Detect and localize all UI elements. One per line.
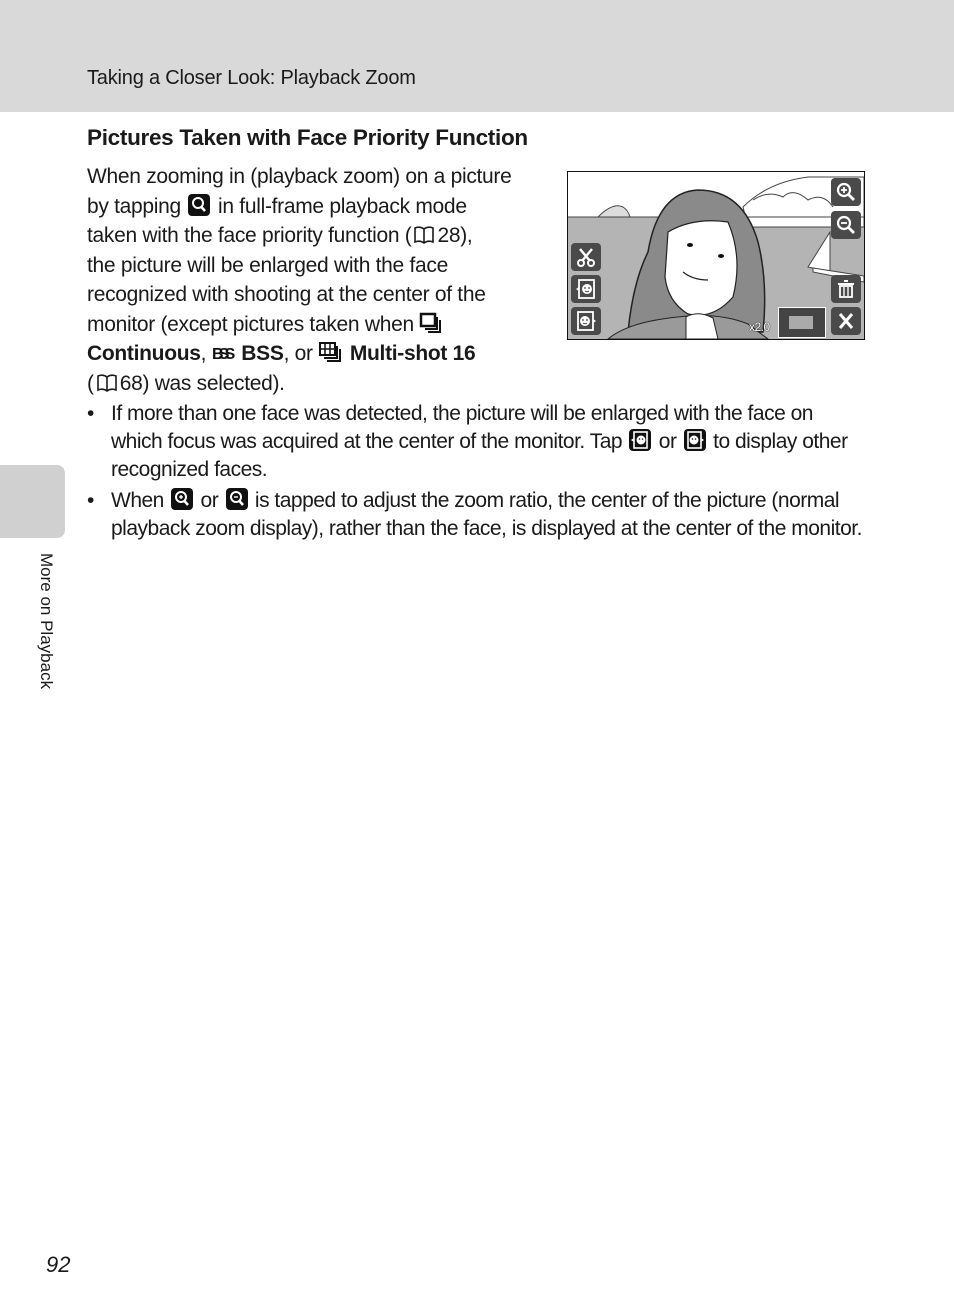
scissors-icon bbox=[577, 248, 595, 267]
next-face-icon bbox=[683, 429, 706, 451]
intro-line: monitor (except pictures taken when bbox=[87, 310, 557, 340]
intro-paragraph: When zooming in (playback zoom) on a pic… bbox=[87, 162, 557, 398]
bullet-dot: • bbox=[87, 402, 94, 425]
previous-face-icon bbox=[576, 279, 595, 299]
zoom-in-button[interactable] bbox=[831, 178, 861, 206]
multi-shot-16-icon bbox=[319, 342, 342, 362]
text: 68) was selected). bbox=[119, 371, 285, 395]
running-header: Taking a Closer Look: Playback Zoom bbox=[87, 67, 416, 89]
close-icon bbox=[838, 313, 854, 329]
text: in full-frame playback mode bbox=[218, 194, 467, 218]
text: or bbox=[658, 430, 677, 453]
intro-line: (68) was selected). bbox=[87, 369, 557, 399]
text: taken with the face priority function ( bbox=[87, 224, 412, 247]
bullet-dot: • bbox=[87, 489, 94, 512]
previous-face-button[interactable] bbox=[571, 275, 601, 303]
zoom-out-icon bbox=[836, 215, 855, 234]
text: When bbox=[111, 489, 164, 512]
zoom-out-button[interactable] bbox=[831, 211, 861, 239]
intro-line: by tapping in full-frame playback mode bbox=[87, 192, 557, 222]
intro-line: When zooming in (playback zoom) on a pic… bbox=[87, 165, 512, 188]
page-number: 92 bbox=[46, 1252, 71, 1277]
crop-button[interactable] bbox=[571, 243, 601, 271]
zoom-out-icon bbox=[225, 488, 248, 510]
bullet-item: • When or is tapped to adjust the zoom r… bbox=[87, 487, 867, 543]
next-face-icon bbox=[577, 311, 596, 331]
chapter-tab bbox=[0, 465, 65, 538]
previous-face-icon bbox=[629, 429, 652, 451]
book-reference-icon bbox=[96, 373, 117, 392]
playback-zoom-icon bbox=[188, 193, 211, 216]
multi-shot-label: Multi-shot 16 bbox=[349, 342, 476, 365]
zoom-ratio: x2.0 bbox=[749, 320, 770, 334]
text: ( bbox=[87, 371, 94, 395]
text: by tapping bbox=[87, 194, 181, 218]
bullet-item: • If more than one face was detected, th… bbox=[87, 400, 867, 484]
text: or bbox=[200, 489, 219, 512]
section-title: Pictures Taken with Face Priority Functi… bbox=[87, 125, 528, 150]
bss-icon: BSS bbox=[212, 346, 236, 363]
continuous-mode-icon bbox=[420, 312, 442, 333]
intro-line: the picture will be enlarged with the fa… bbox=[87, 253, 448, 277]
text: is tapped to adjust the zoom ratio, the … bbox=[111, 489, 862, 540]
header-band bbox=[0, 0, 954, 112]
intro-line: Continuous, BSS BSS, or Multi-shot 16 bbox=[87, 339, 557, 369]
intro-line: recognized with shooting at the center o… bbox=[87, 283, 486, 306]
trash-icon bbox=[838, 280, 854, 298]
camera-screen-illustration: x2.0 bbox=[567, 171, 865, 340]
text: monitor (except pictures taken when bbox=[87, 312, 414, 336]
bullet-list: • If more than one face was detected, th… bbox=[87, 400, 867, 546]
zoom-in-icon bbox=[171, 488, 194, 510]
text: If more than one face was detected, the … bbox=[111, 402, 813, 453]
next-face-button[interactable] bbox=[571, 307, 601, 335]
visible-area-indicator bbox=[789, 316, 813, 329]
bss-label: BSS bbox=[241, 342, 284, 365]
text: , bbox=[200, 342, 207, 365]
close-button[interactable] bbox=[831, 307, 861, 335]
chapter-label: More on Playback bbox=[37, 553, 56, 690]
intro-line: taken with the face priority function ( 2… bbox=[87, 221, 557, 251]
zoom-in-icon bbox=[836, 182, 855, 201]
zoom-navigation-box bbox=[778, 307, 826, 338]
svg-text:BSS: BSS bbox=[212, 346, 236, 363]
continuous-label: Continuous bbox=[87, 342, 201, 365]
book-reference-icon bbox=[414, 226, 435, 244]
text: 28), bbox=[437, 224, 473, 247]
text: , or bbox=[283, 342, 313, 365]
delete-button[interactable] bbox=[831, 275, 861, 303]
